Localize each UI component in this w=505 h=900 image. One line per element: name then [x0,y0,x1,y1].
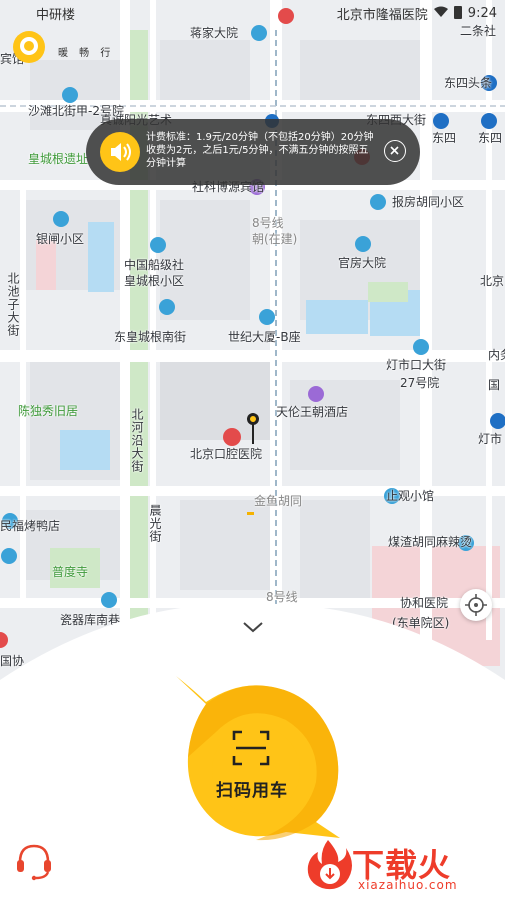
poi-building-icon [101,592,117,608]
map-label: 北京 [480,274,505,288]
status-bar: 中研楼 北京市隆福医院 9:24 [0,0,505,26]
map-label: 金鱼胡同 [254,494,303,508]
map-label: 8号线 [266,590,298,604]
map-label: 朝(在建) [252,232,298,246]
customer-service-button[interactable] [14,840,54,882]
poi-building-icon [355,236,371,252]
locate-button[interactable] [460,589,492,621]
app-logo [12,30,46,64]
status-left-text: 中研楼 [36,8,76,23]
map-label: 灯市 [478,432,503,446]
map-label: 东四 [478,131,503,145]
map-label: 内务 [488,348,505,362]
poi-building-icon [150,237,166,253]
status-time: 9:24 [467,6,497,21]
hospital-icon [223,428,241,446]
map-label: 瓷器库南巷 [60,613,121,627]
subway-station-icon [433,113,449,129]
poi-building-icon [1,548,17,564]
map-label: 皇城根遗址 [28,152,89,166]
map-label: (东单院区) [392,616,450,630]
status-hospital: 北京市隆福医院 [336,8,428,23]
map-label: 东皇城根南街 [114,330,187,344]
map-label: 北池子大街 [6,272,20,337]
map-label: 官房大院 [338,256,387,270]
chevron-down-icon [243,622,263,633]
map-label: 止观小馆 [386,489,435,503]
map-label: 银闸小区 [36,232,85,246]
status-right: 北京市隆福医院 9:24 [337,4,497,23]
app-logo-text: 暖 畅 行 [58,48,115,59]
map-label: 东四 [432,131,457,145]
map-label: 东四头条 [444,76,493,90]
map-label: 8号线 [252,216,284,230]
map-label: 陈独秀旧居 [18,404,79,418]
billing-notice: 计费标准：1.9元/20分钟（不包括20分钟）20分钟收费为2元，之后1元/5分… [86,119,420,185]
poi-building-icon [53,211,69,227]
map-label: 蒋家大院 [190,26,239,40]
battery-icon [453,5,462,23]
map-label: 灯市口大街 [386,358,447,372]
watermark-subtext: xiazaihuo.com [358,878,458,892]
scan-to-ride-button[interactable] [166,672,352,850]
map-label: 晨光街 [148,504,162,543]
close-icon[interactable] [384,140,406,162]
map-label: 北京口腔医院 [190,447,263,461]
map-label: 二条社 [460,24,497,38]
map-label: 27号院 [400,376,440,390]
map-label: 皇城根小区 [124,274,185,288]
scan-to-ride-label: 扫码用车 [216,781,288,801]
location-pin-icon [246,412,260,446]
poi-building-icon [259,309,275,325]
poi-building-icon [413,339,429,355]
map-label: 中国船级社 [124,258,185,272]
wifi-icon [433,6,448,22]
poi-building-icon [62,87,78,103]
map-label: 国协 [0,654,25,668]
speaker-icon [100,132,140,172]
expand-chevron[interactable] [240,618,266,636]
map-label: 普度寺 [52,565,89,579]
map-label: 报房胡同小区 [392,195,465,209]
poi-building-icon [159,299,175,315]
hotel-icon [308,386,324,402]
map-label: 北河沿大街 [130,408,144,473]
headset-icon [17,844,51,881]
billing-notice-text: 计费标准：1.9元/20分钟（不包括20分钟）20分钟收费为2元，之后1元/5分… [146,132,374,169]
map-label: 协和医院 [400,596,449,610]
poi-building-icon [370,194,386,210]
map-label: 世纪大厦-B座 [228,330,301,344]
poi-building-icon [251,25,267,41]
map-label: 天伦王朝酒店 [276,405,349,419]
locate-icon [465,594,487,616]
subway-station-icon [481,113,497,129]
map-label: 国 [488,378,501,392]
map-label: 煤渣胡同麻辣烫 [388,535,473,549]
map-label: 民福烤鸭店 [0,519,61,533]
